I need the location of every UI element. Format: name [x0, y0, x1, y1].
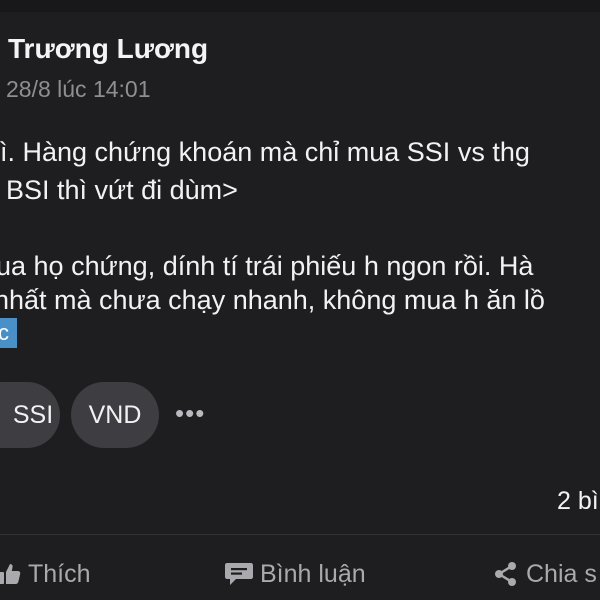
stock-tag-vnd[interactable]: VND [71, 382, 159, 448]
post-timestamp[interactable]: 28/8 lúc 14:01 [6, 76, 151, 103]
comment-label: Bình luận [260, 559, 366, 588]
post-card: Trương Lương 28/8 lúc 14:01 ì. Hàng chứn… [0, 0, 600, 600]
stock-tag-ssi-label: SSI [12, 401, 54, 429]
comment-button[interactable]: Bình luận [224, 557, 366, 591]
share-icon [495, 562, 516, 586]
like-button[interactable]: Thích [0, 557, 91, 591]
share-label: Chia s [526, 559, 597, 588]
post-body-line-2: BSI thì vứt đi dùm> [6, 175, 238, 205]
more-dots-icon[interactable]: ••• [175, 400, 205, 426]
stock-tag-vnd-label: VND [88, 401, 142, 429]
post-author-name[interactable]: Trương Lương [8, 33, 208, 65]
highlighted-tag-text: c [0, 320, 9, 345]
thumbs-up-icon [0, 564, 21, 584]
comment-bubble-icon [225, 563, 253, 585]
top-divider-strip [0, 0, 600, 12]
post-body-line-4: nhất mà chưa chạy nhanh, không mua h ăn … [0, 285, 545, 315]
like-label: Thích [28, 559, 91, 588]
highlighted-tag-chip[interactable]: c [0, 318, 17, 348]
comment-count[interactable]: 2 bì [557, 487, 599, 516]
post-body-line-1: ì. Hàng chứng khoán mà chỉ mua SSI vs th… [0, 137, 530, 167]
action-bar-divider [0, 534, 600, 535]
post-body-line-3: ua họ chứng, dính tí trái phiếu h ngon r… [0, 251, 534, 281]
stock-tag-ssi[interactable]: SSI [0, 382, 60, 448]
share-button[interactable]: Chia s [492, 557, 597, 591]
